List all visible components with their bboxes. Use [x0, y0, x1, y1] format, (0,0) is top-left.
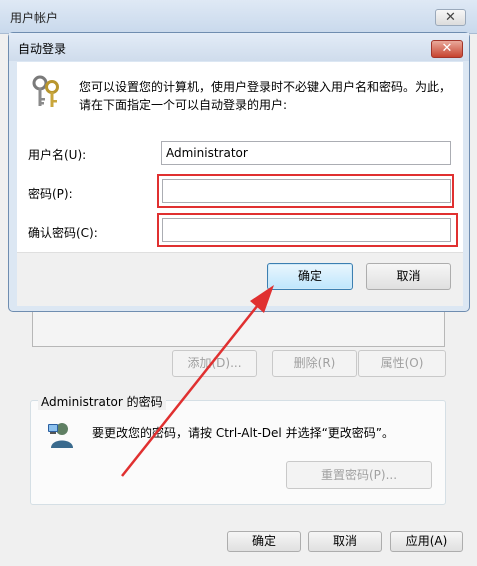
user-accounts-titlebar: [0, 0, 477, 34]
username-label: 用户名(U):: [28, 148, 87, 162]
dialog-description-line2: 请在下面指定一个可以自动登录的用户:: [79, 98, 288, 112]
confirm-password-label: 确认密码(C):: [28, 226, 98, 240]
apply-button[interactable]: 应用(A): [390, 531, 463, 552]
keys-icon: [28, 74, 64, 110]
auto-logon-titlebar: [9, 33, 469, 61]
confirm-password-highlight-box: [157, 213, 458, 247]
properties-button[interactable]: 属性(O): [358, 350, 446, 377]
ok-button[interactable]: 确定: [227, 531, 301, 552]
remove-user-button[interactable]: 删除(R): [272, 350, 357, 377]
dialog-description-line1: 您可以设置您的计算机，使用户登录时不必键入用户名和密码。为此，: [79, 80, 452, 94]
username-field[interactable]: Administrator: [161, 141, 451, 165]
user-key-icon: [46, 420, 76, 450]
cancel-button[interactable]: 取消: [308, 531, 382, 552]
password-group: [30, 400, 446, 505]
auto-logon-title: 自动登录: [18, 42, 67, 56]
password-label: 密码(P):: [28, 187, 73, 201]
user-accounts-title: 用户帐户: [10, 11, 59, 25]
password-change-description: 要更改您的密码，请按 Ctrl-Alt-Del 并选择“更改密码”。: [92, 426, 395, 440]
password-group-title: Administrator 的密码: [38, 393, 166, 410]
add-user-button[interactable]: 添加(D)...: [172, 350, 257, 377]
dialog-ok-button[interactable]: 确定: [267, 263, 353, 290]
reset-password-button[interactable]: 重置密码(P)...: [286, 461, 432, 489]
password-highlight-box: [157, 174, 454, 208]
dialog-close-button[interactable]: ✕: [431, 40, 463, 58]
dialog-cancel-button[interactable]: 取消: [366, 263, 451, 290]
user-accounts-close-button[interactable]: ✕: [435, 9, 466, 26]
